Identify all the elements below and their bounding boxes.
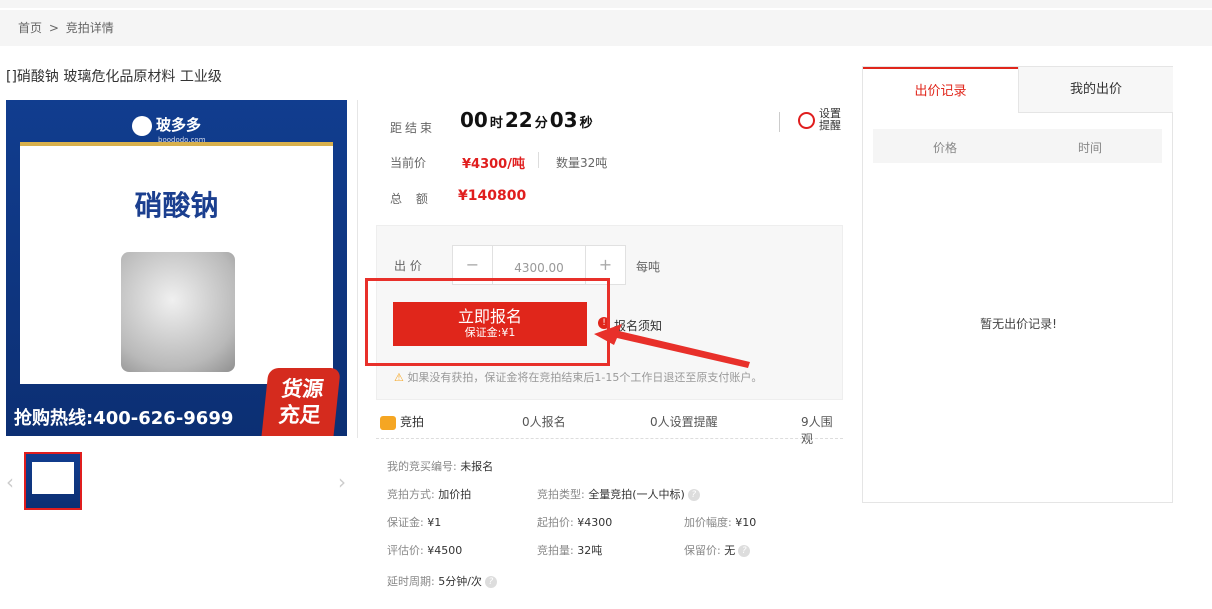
help-icon[interactable]: ? xyxy=(484,576,497,588)
detail-reserve: 保留价: 无? xyxy=(684,542,751,558)
reserve-label: 保留价: xyxy=(684,544,721,557)
badge-line-2: 充足 xyxy=(277,403,322,427)
countdown-seconds: 03 xyxy=(549,108,578,132)
detail-estimate: 评估价: ¥4500 xyxy=(387,542,462,558)
logo-icon xyxy=(132,115,152,136)
delay-value: 5分钟/次 xyxy=(438,575,482,588)
detail-deposit: 保证金: ¥1 xyxy=(387,514,441,530)
countdown-hours: 00 xyxy=(460,108,488,132)
detail-increment: 加价幅度: ¥10 xyxy=(684,514,756,530)
tab-bid-records[interactable]: 出价记录 xyxy=(863,67,1018,113)
price-divider xyxy=(538,152,539,168)
total-amount: ¥140800 xyxy=(458,188,527,204)
tab-my-bids[interactable]: 我的出价 xyxy=(1018,67,1173,113)
delay-label: 延时周期: xyxy=(387,575,435,588)
bid-label: 出 价 xyxy=(394,259,422,273)
countdown-label: 距结束 xyxy=(390,121,436,135)
annotation-highlight-box xyxy=(365,278,610,366)
remind-line-2: 提醒 xyxy=(819,119,841,132)
countdown-timer: 00 时 22 分 03 秒 xyxy=(460,108,595,132)
amount-value: 32吨 xyxy=(577,544,603,557)
kind-value: 全量竞拍(一人中标) xyxy=(588,488,685,501)
current-price: ¥4300/吨 xyxy=(462,157,525,172)
product-thumbnail[interactable] xyxy=(24,452,82,510)
hours-unit: 时 xyxy=(489,116,503,131)
reserve-value: 无 xyxy=(724,544,736,557)
empty-records: 暂无出价记录! xyxy=(980,317,1057,331)
start-label: 起拍价: xyxy=(537,516,574,529)
seconds-unit: 秒 xyxy=(579,116,593,131)
thumb-next-icon[interactable]: › xyxy=(338,470,346,494)
remind-divider xyxy=(779,112,780,132)
refund-warning: ⚠ 如果没有获拍，保证金将在竞拍结束后1-15个工作日退还至原支付账户。 xyxy=(394,369,762,385)
detail-method: 竞拍方式: 加价拍 xyxy=(387,486,471,502)
bid-unit: 每吨 xyxy=(636,260,661,274)
detail-kind: 竞拍类型: 全量竞拍(一人中标)? xyxy=(537,486,700,502)
detail-start: 起拍价: ¥4300 xyxy=(537,514,612,530)
auction-stats: 竞拍 0人报名 0人设置提醒 9人围观 xyxy=(376,403,843,446)
current-price-label: 当前价 xyxy=(390,156,427,170)
top-strip xyxy=(0,0,1212,8)
increment-label: 加价幅度: xyxy=(684,516,732,529)
annotation-arrow-icon xyxy=(594,324,750,368)
warning-icon: ⚠ xyxy=(394,371,404,384)
estimate-label: 评估价: xyxy=(387,544,424,557)
quantity: 数量32吨 xyxy=(556,156,608,170)
viewer-count: 9人围观 xyxy=(801,415,833,446)
signup-count: 0人报名 xyxy=(522,415,566,429)
increment-value: ¥10 xyxy=(735,516,757,529)
brand-logo: 玻多多 boododo.com xyxy=(132,114,206,144)
detail-delay: 延时周期: 5分钟/次? xyxy=(387,573,497,589)
minutes-unit: 分 xyxy=(534,116,548,131)
brand-name: 玻多多 xyxy=(156,116,202,134)
bid-records-panel: 出价记录 我的出价 价格 时间 暂无出价记录! xyxy=(862,66,1173,503)
image-product-name: 硝酸钠 xyxy=(134,189,219,222)
auction-type-label: 竞拍 xyxy=(400,415,425,429)
method-label: 竞拍方式: xyxy=(387,488,435,501)
estimate-value: ¥4500 xyxy=(427,544,463,557)
bid-no-label: 我的竞买编号: xyxy=(387,460,457,473)
badge-line-1: 货源 xyxy=(280,377,325,401)
breadcrumb-current: 竞拍详情 xyxy=(65,21,114,35)
deposit-label: 保证金: xyxy=(387,516,424,529)
product-photo xyxy=(121,252,235,372)
bid-no-value: 未报名 xyxy=(460,460,494,473)
image-panel: 硝酸钠 xyxy=(20,142,333,384)
auction-type: 竞拍 xyxy=(380,413,424,430)
amount-label: 竞拍量: xyxy=(537,544,574,557)
method-value: 加价拍 xyxy=(438,488,472,501)
records-table-header: 价格 时间 xyxy=(873,129,1162,163)
col-price: 价格 xyxy=(933,141,958,155)
detail-amount: 竞拍量: 32吨 xyxy=(537,542,602,558)
stock-badge: 货源 充足 xyxy=(261,368,341,436)
col-time: 时间 xyxy=(1078,141,1103,155)
breadcrumb-separator: > xyxy=(48,21,59,35)
divider xyxy=(357,100,358,438)
warning-text: 如果没有获拍，保证金将在竞拍结束后1-15个工作日退还至原支付账户。 xyxy=(407,371,763,384)
thumbnail-preview xyxy=(32,462,74,494)
deposit-value: ¥1 xyxy=(427,516,442,529)
product-title: []硝酸钠 玻璃危化品原材料 工业级 xyxy=(6,69,222,85)
thumb-prev-icon[interactable]: ‹ xyxy=(6,470,14,494)
product-main-image: 玻多多 boododo.com 硝酸钠 抢购热线:400-626-9699 货源充… xyxy=(6,100,347,436)
countdown-minutes: 22 xyxy=(504,108,533,132)
detail-bid-no: 我的竞买编号: 未报名 xyxy=(387,458,493,474)
breadcrumb: 首页 > 竞拍详情 xyxy=(0,10,1212,46)
breadcrumb-home[interactable]: 首页 xyxy=(18,21,42,35)
image-hotline: 抢购热线:400-626-9699 xyxy=(14,408,234,429)
help-icon[interactable]: ? xyxy=(687,489,700,501)
help-icon[interactable]: ? xyxy=(738,545,751,557)
alarm-clock-icon xyxy=(798,112,815,129)
kind-label: 竞拍类型: xyxy=(537,488,585,501)
start-value: ¥4300 xyxy=(577,516,613,529)
remind-text: 设置 提醒 xyxy=(819,108,841,132)
auction-icon xyxy=(380,415,396,430)
reminder-count: 0人设置提醒 xyxy=(650,415,718,429)
set-reminder-button[interactable]: 设置 提醒 xyxy=(798,108,848,136)
total-label: 总 额 xyxy=(390,192,428,206)
